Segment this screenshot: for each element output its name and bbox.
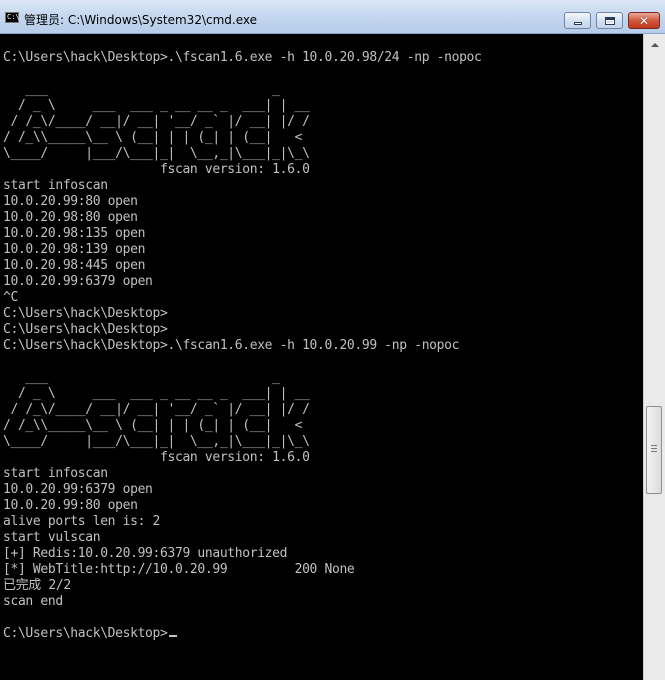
console-line: start vulscan	[3, 530, 101, 545]
scroll-up-button[interactable]	[646, 36, 663, 53]
console-line: alive ports len is: 2	[3, 514, 161, 529]
version-line: fscan version: 1.6.0	[3, 162, 310, 177]
maximize-icon	[604, 16, 615, 25]
scroll-up-arrow-icon	[650, 42, 659, 47]
console-line: [+] Redis:10.0.20.99:6379 unauthorized	[3, 546, 288, 561]
ascii-banner-line: / /_\/____/ __|/ __| '__/ _` |/ __| |/ /	[3, 402, 310, 417]
prompt-text: C:\Users\hack\Desktop>	[3, 626, 168, 641]
ascii-banner-line: / /_\\_____\__ \ (__| | | (_| | (__| <	[3, 418, 303, 433]
minimize-icon	[573, 22, 582, 25]
ascii-banner-line: / /_\\_____\__ \ (__| | | (_| | (__| <	[3, 130, 303, 145]
window-title: 管理员: C:\Windows\System32\cmd.exe	[24, 13, 257, 27]
console-line: 10.0.20.99:80 open	[3, 194, 138, 209]
cmd-window: C:\ 管理员: C:\Windows\System32\cmd.exe ✕ C…	[0, 0, 665, 680]
scrollbar-thumb[interactable]	[646, 406, 662, 494]
console-line: 10.0.20.98:445 open	[3, 258, 146, 273]
console-line: start infoscan	[3, 466, 108, 481]
ascii-banner-line: / _ \ ___ ___ _ __ __ _ ___| | __	[3, 386, 310, 401]
ascii-banner-line: ___ _	[3, 370, 280, 385]
console-line: [*] WebTitle:http://10.0.20.99 200 None	[3, 562, 355, 577]
console-line: 已完成 2/2	[3, 578, 71, 593]
grip-line	[651, 445, 657, 446]
console-line: ^C	[3, 290, 18, 305]
grip-line	[651, 451, 657, 452]
title-bar[interactable]: C:\ 管理员: C:\Windows\System32\cmd.exe ✕	[0, 0, 665, 34]
ascii-banner-line: \____/ |___/\___|_| \__,_|\___|_|\_\	[3, 434, 310, 449]
grip-line	[651, 448, 657, 449]
ascii-banner-line: \____/ |___/\___|_| \__,_|\___|_|\_\	[3, 146, 310, 161]
console-line: 10.0.20.99:6379 open	[3, 482, 153, 497]
close-button[interactable]: ✕	[628, 12, 660, 29]
close-icon: ✕	[638, 13, 650, 28]
minimize-button[interactable]	[564, 12, 591, 29]
console-line: 10.0.20.98:139 open	[3, 242, 146, 257]
console-line: 10.0.20.99:80 open	[3, 498, 138, 513]
ascii-banner-line: / /_\/____/ __|/ __| '__/ _` |/ __| |/ /	[3, 114, 310, 129]
ascii-banner-line: / _ \ ___ ___ _ __ __ _ ___| | __	[3, 98, 310, 113]
console-line: C:\Users\hack\Desktop>.\fscan1.6.exe -h …	[3, 338, 460, 353]
console-output[interactable]: C:\Users\hack\Desktop>.\fscan1.6.exe -h …	[0, 34, 643, 680]
console-line: C:\Users\hack\Desktop>	[3, 306, 168, 321]
text-cursor	[168, 635, 177, 637]
console-line: C:\Users\hack\Desktop>	[3, 322, 168, 337]
console-line: 10.0.20.98:80 open	[3, 210, 138, 225]
console-line: 10.0.20.98:135 open	[3, 226, 146, 241]
console-line: scan end	[3, 594, 63, 609]
prompt-line[interactable]: C:\Users\hack\Desktop>	[3, 626, 177, 642]
console-line: 10.0.20.99:6379 open	[3, 274, 153, 289]
version-line: fscan version: 1.6.0	[3, 450, 310, 465]
maximize-button[interactable]	[596, 12, 623, 29]
cmd-icon[interactable]: C:\	[5, 12, 20, 23]
ascii-banner-line: ___ _	[3, 82, 280, 97]
vertical-scrollbar[interactable]	[643, 34, 665, 680]
console-line: C:\Users\hack\Desktop>.\fscan1.6.exe -h …	[3, 50, 482, 65]
console-line: start infoscan	[3, 178, 108, 193]
